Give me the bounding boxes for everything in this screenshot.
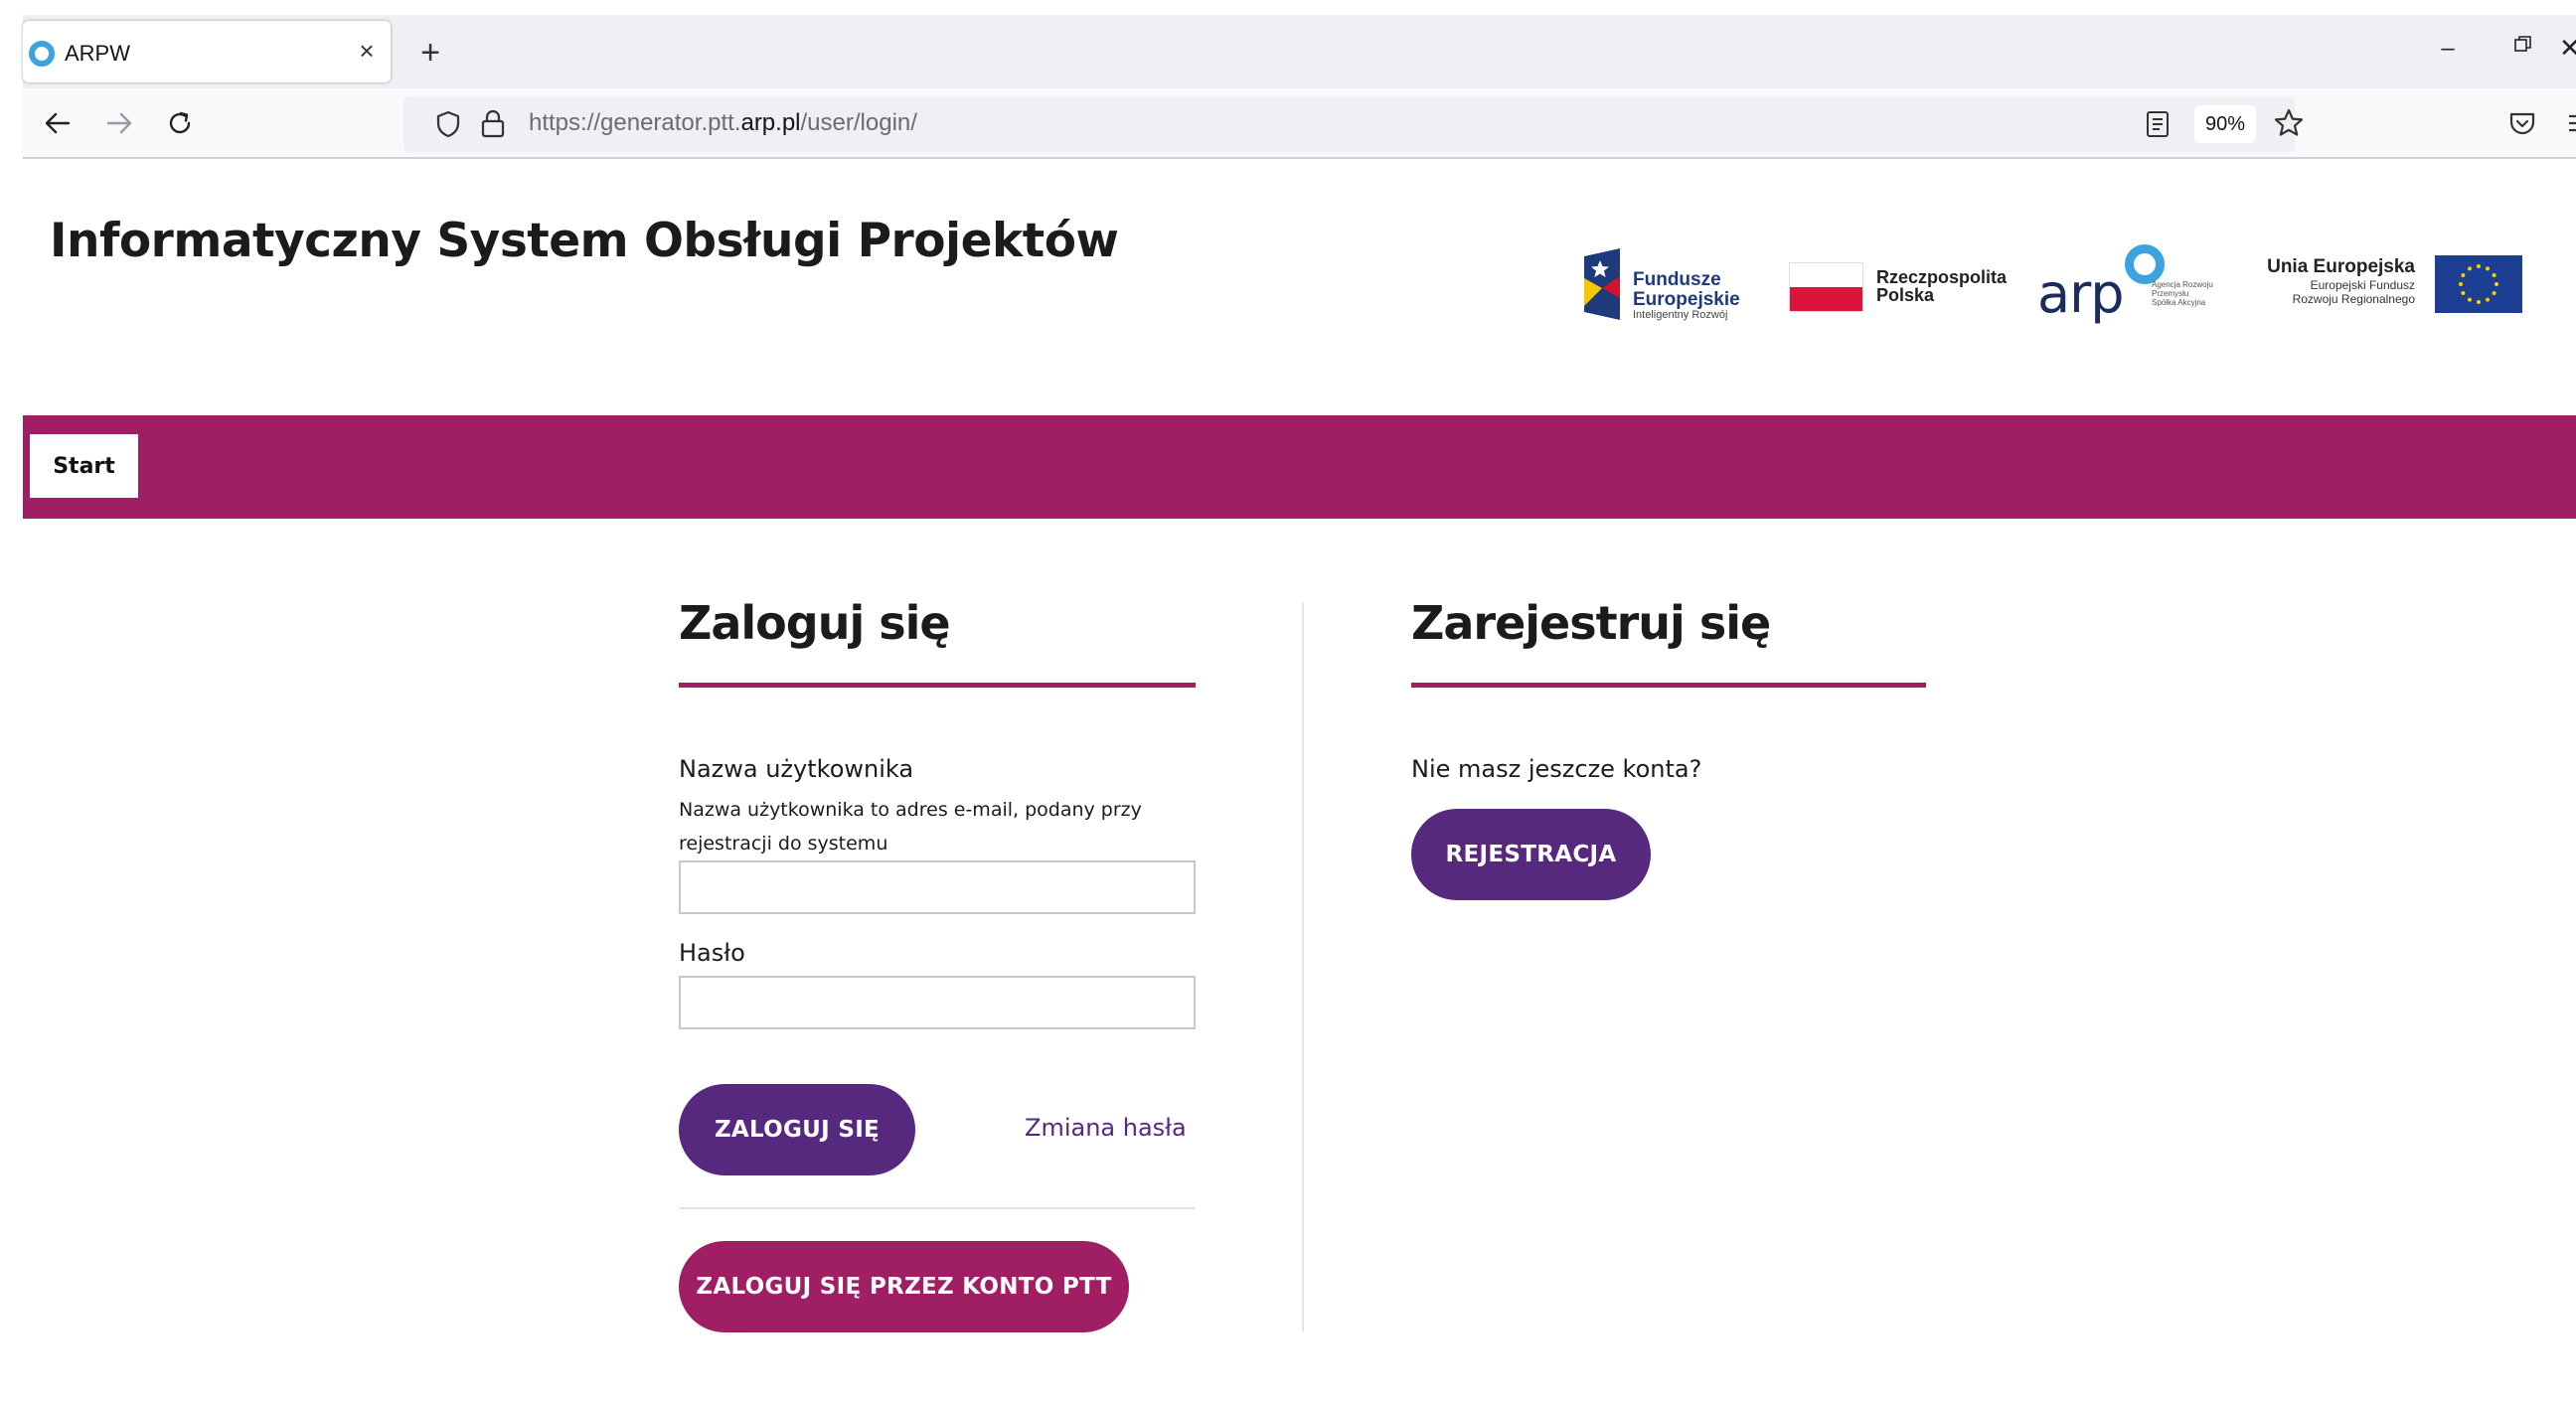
logo-fe-subtext: Inteligentny Rozwój: [1633, 309, 1728, 321]
reload-icon[interactable]: [159, 102, 201, 144]
main-menu-bar: Start: [23, 415, 2576, 519]
username-input[interactable]: [679, 860, 1196, 914]
username-hint: Nazwa użytkownika to adres e-mail, podan…: [679, 799, 1142, 855]
reader-view-icon[interactable]: [2143, 108, 2173, 140]
partner-logos: Fundusze Europejskie Inteligentny Rozwój …: [1580, 238, 2524, 328]
register-heading-underline: [1411, 683, 1926, 688]
logo-ue-text: Unia Europejska Europejski Fundusz Rozwo…: [2266, 256, 2415, 306]
logo-ue-line2: Europejski Fundusz: [2310, 278, 2415, 292]
column-divider: [1302, 603, 1304, 1331]
menu-item-start[interactable]: Start: [30, 434, 138, 498]
logo-ue-line3: Rozwoju Regionalnego: [2292, 292, 2415, 306]
eu-flag-icon: [2435, 255, 2522, 313]
site-favicon-icon: [29, 41, 55, 67]
browser-tab[interactable]: ARPW ×: [23, 21, 391, 82]
minimize-window-icon[interactable]: –: [2428, 35, 2468, 65]
register-prompt: Nie masz jeszcze konta?: [1411, 755, 1702, 783]
new-tab-icon[interactable]: +: [410, 33, 450, 73]
register-heading: Zarejestruj się: [1411, 596, 1771, 650]
fundusze-europejskie-emblem-icon: [1584, 248, 1620, 320]
password-label: Hasło: [679, 939, 745, 967]
logo-arp: arp Agencja Rozwoju Przemysłu Spółka Akcyj…: [2037, 244, 2226, 325]
forward-arrow-icon[interactable]: [98, 102, 140, 144]
pocket-icon[interactable]: [2507, 110, 2537, 138]
logo-ue-title: Unia Europejska: [2267, 256, 2415, 277]
close-window-icon[interactable]: ✕: [2559, 33, 2576, 63]
login-submit-button[interactable]: ZALOGUJ SIĘ: [679, 1084, 915, 1175]
logo-fe-text: Fundusze Europejskie: [1633, 269, 1740, 310]
tracking-protection-shield-icon[interactable]: [433, 109, 463, 139]
arp-ring-icon: [2125, 244, 2165, 284]
tab-title: ARPW: [65, 41, 130, 66]
logo-fundusze-europejskie: Fundusze Europejskie Inteligentny Rozwój: [1580, 248, 1754, 321]
polish-flag-icon: [1789, 262, 1863, 312]
password-input[interactable]: [679, 976, 1196, 1029]
url-domain: arp.pl: [740, 109, 801, 136]
restore-window-icon[interactable]: [2503, 35, 2543, 65]
browser-chrome: ARPW × + – ✕ https://generator.ptt.arp.p…: [23, 15, 2576, 159]
lock-icon[interactable]: [479, 108, 507, 138]
zoom-level-badge[interactable]: 90%: [2194, 105, 2256, 143]
navigation-toolbar: https://generator.ptt.arp.pl/user/login/…: [23, 88, 2576, 159]
tab-strip: ARPW × + – ✕: [23, 15, 2576, 88]
back-arrow-icon[interactable]: [37, 102, 79, 144]
ptt-login-button[interactable]: ZALOGUJ SIĘ PRZEZ KONTO PTT: [679, 1241, 1129, 1332]
url-prefix: https://generator.ptt.: [529, 109, 741, 136]
login-heading-underline: [679, 683, 1196, 688]
username-label: Nazwa użytkownika: [679, 755, 914, 783]
close-tab-icon[interactable]: ×: [351, 35, 383, 67]
register-button[interactable]: REJESTRACJA: [1411, 809, 1651, 900]
bookmark-star-icon[interactable]: [2272, 106, 2306, 140]
app-menu-icon[interactable]: [2567, 108, 2576, 138]
login-heading: Zaloguj się: [679, 596, 951, 650]
url-text[interactable]: https://generator.ptt.arp.pl/user/login/: [529, 109, 917, 137]
url-path: /user/login/: [800, 109, 917, 136]
page-title: Informatyczny System Obsługi Projektów: [50, 214, 1119, 268]
logo-arp-subtext: Agencja Rozwoju Przemysłu Spółka Akcyjna: [2152, 280, 2213, 307]
address-bar[interactable]: https://generator.ptt.arp.pl/user/login/…: [403, 96, 2304, 152]
logo-arp-word: arp: [2037, 262, 2125, 325]
logo-rp-text: Rzeczpospolita Polska: [1876, 267, 2008, 305]
change-password-link[interactable]: Zmiana hasła: [1025, 1114, 1187, 1142]
login-divider: [679, 1207, 1196, 1209]
